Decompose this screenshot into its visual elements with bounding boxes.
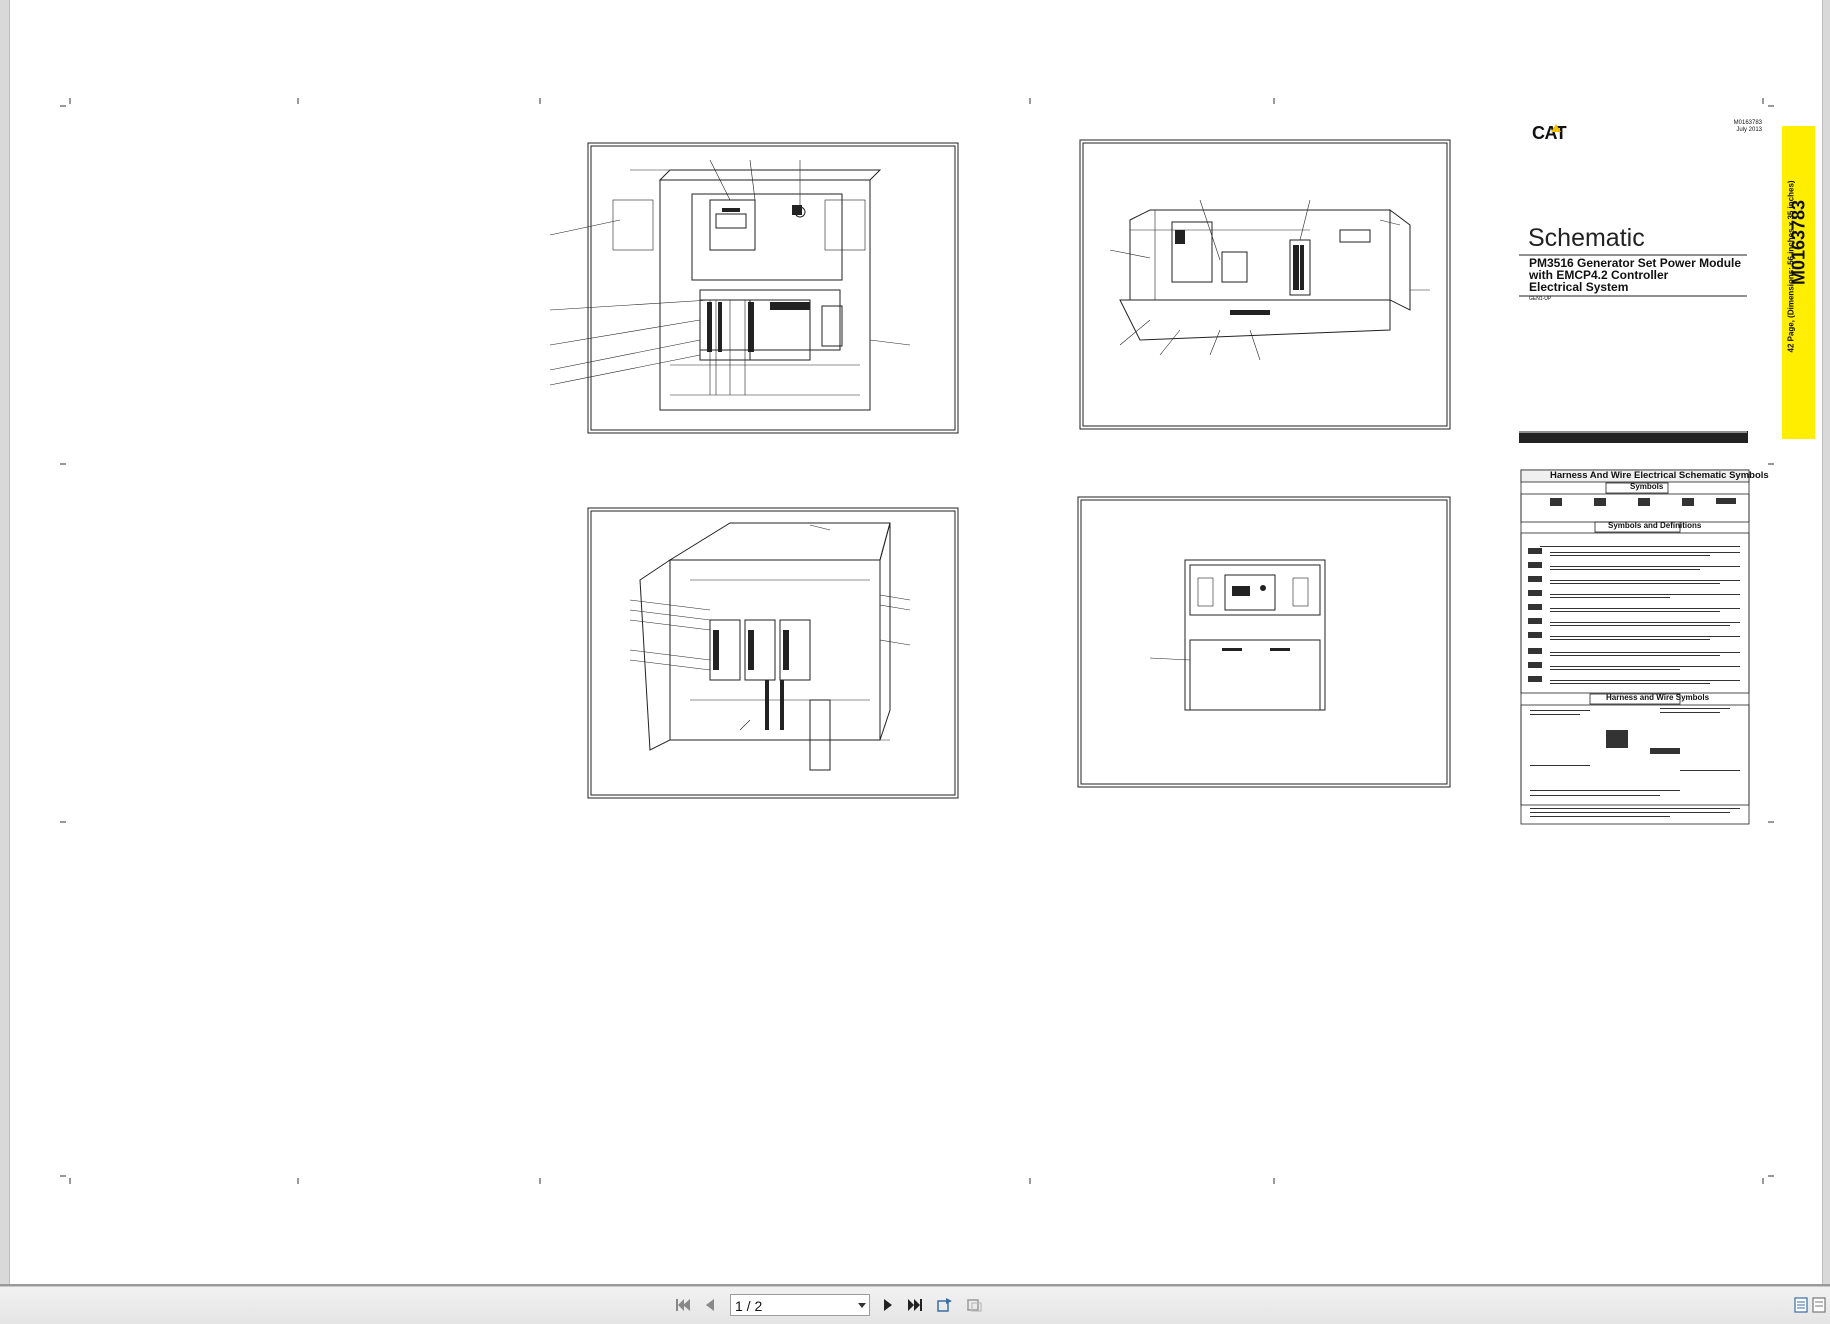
drawing-iso-view	[587, 507, 959, 799]
two-page-view-icon[interactable]	[1811, 1295, 1827, 1315]
cat-logo-triangle	[1551, 124, 1561, 132]
page-number-input[interactable]	[735, 1298, 845, 1314]
first-page-icon[interactable]	[673, 1295, 693, 1315]
legend-harness-header: Harness and Wire Symbols	[1606, 693, 1710, 702]
serial-tag: GEN1-UP	[1529, 296, 1552, 302]
single-page-view-icon[interactable]	[1791, 1295, 1811, 1315]
tab-page-info: 42 Page, (Dimensions: 56 inches x 35 inc…	[1786, 180, 1796, 353]
drawing-front-view	[549, 142, 959, 434]
chevron-down-icon[interactable]	[858, 1303, 866, 1308]
last-page-icon[interactable]	[905, 1295, 925, 1315]
drawing-side-view	[1079, 139, 1451, 430]
next-page-icon[interactable]	[878, 1295, 898, 1315]
schematic-drawing	[60, 98, 1774, 1184]
crop-marks	[60, 98, 1774, 1184]
drawing-door-view	[1077, 496, 1451, 788]
cat-logo: CAT	[1532, 123, 1567, 143]
document-page: CAT M0163783 July 2013 Schematic PM3516 …	[10, 0, 1822, 1284]
doc-title: Schematic	[1528, 224, 1645, 252]
legend-title: Harness And Wire Electrical Schematic Sy…	[1550, 470, 1769, 481]
legend-symbols-header: Symbols	[1630, 482, 1664, 491]
doc-date: July 2013	[1736, 127, 1762, 133]
doc-id-small: M0163783	[1733, 120, 1762, 126]
legend-symbol-definitions-header: Symbols and Definitions	[1608, 521, 1702, 530]
doc-subtitle-line-3: Electrical System	[1529, 280, 1629, 294]
page-number-field[interactable]	[730, 1294, 870, 1316]
viewer-left-border	[0, 0, 10, 1286]
viewer-right-border	[1822, 0, 1830, 1286]
viewer-toolbar	[0, 1286, 1830, 1324]
prev-page-icon[interactable]	[700, 1295, 720, 1315]
tool-icon-2[interactable]	[964, 1295, 984, 1315]
tool-icon-1[interactable]	[935, 1295, 955, 1315]
